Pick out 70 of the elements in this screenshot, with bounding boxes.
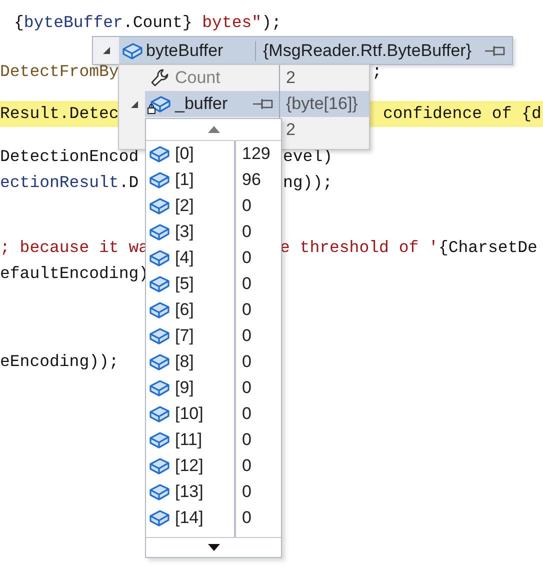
code-text: Result.Detec [0,103,119,125]
element-value: 0 [242,481,252,504]
cube-icon [149,171,170,189]
cube-icon [149,457,170,475]
cube-icon [149,509,170,527]
code-text: efaultEncoding) [0,263,149,285]
code-text: DetectFromBy [0,61,119,83]
cube-icon [149,327,170,345]
member-value: {byte[16]} [279,91,358,117]
lock-icon [146,104,156,114]
code-text: {byteBuffer.Count} bytes"); [14,12,282,34]
element-value: 0 [242,221,252,244]
element-value: 0 [242,351,252,374]
wrench-icon [150,68,170,88]
cube-icon [149,197,170,215]
datatip-row[interactable]: byteBuffer {MsgReader.Rtf.ByteBuffer} [119,37,512,64]
pin-icon[interactable] [484,44,506,58]
element-value: 0 [242,377,252,400]
cube-icon [149,223,170,241]
code-text: ng)); [283,172,333,194]
element-index: [0] [175,143,195,166]
member-name: _buffer [175,93,229,116]
code-text: DetectionEncod [0,146,139,168]
member-name: Count [175,67,222,90]
element-value: 0 [242,299,252,322]
element-index: [11] [175,429,204,452]
expanded-arrow-icon[interactable] [130,100,138,108]
variable-value: {MsgReader.Rtf.ByteBuffer} [263,40,473,62]
cube-icon [149,405,170,423]
cube-icon [149,483,170,501]
cube-icon [149,379,170,397]
scroll-down-icon[interactable] [208,544,220,551]
element-index: [12] [175,455,204,478]
code-text: confidence of {d [383,103,542,125]
variable-name: byteBuffer [146,40,256,60]
cube-icon [149,431,170,449]
cube-icon [122,42,143,60]
code-text: eEncoding)); [0,351,119,373]
element-value: 0 [242,247,252,270]
element-value: 0 [242,325,252,348]
element-index: [1] [175,169,195,192]
element-index: [4] [175,247,195,270]
element-index: [13] [175,481,204,504]
element-index: [14] [175,507,204,530]
element-value: 0 [242,455,252,478]
element-index: [2] [175,195,195,218]
element-index: [9] [175,377,195,400]
cube-icon [149,301,170,319]
code-text: evel) [283,146,333,168]
element-value: 129 [242,143,270,166]
element-index: [7] [175,325,195,348]
cube-icon [149,145,170,163]
element-value: 96 [242,169,261,192]
element-index: [3] [175,221,195,244]
element-index: [10] [175,403,204,426]
element-value: 0 [242,273,252,296]
element-index: [8] [175,351,195,374]
element-value: 0 [242,195,252,218]
code-text: ; [372,61,382,83]
element-value: 0 [242,507,252,530]
expanded-arrow-icon[interactable] [102,46,110,55]
code-text: ectionResult.D [0,172,139,194]
element-value: 0 [242,403,252,426]
cube-icon [149,249,170,267]
element-index: [5] [175,273,195,296]
element-index: [6] [175,299,195,322]
element-value: 0 [242,429,252,452]
cube-icon [149,353,170,371]
cube-icon [149,275,170,293]
pin-icon[interactable] [252,97,274,111]
